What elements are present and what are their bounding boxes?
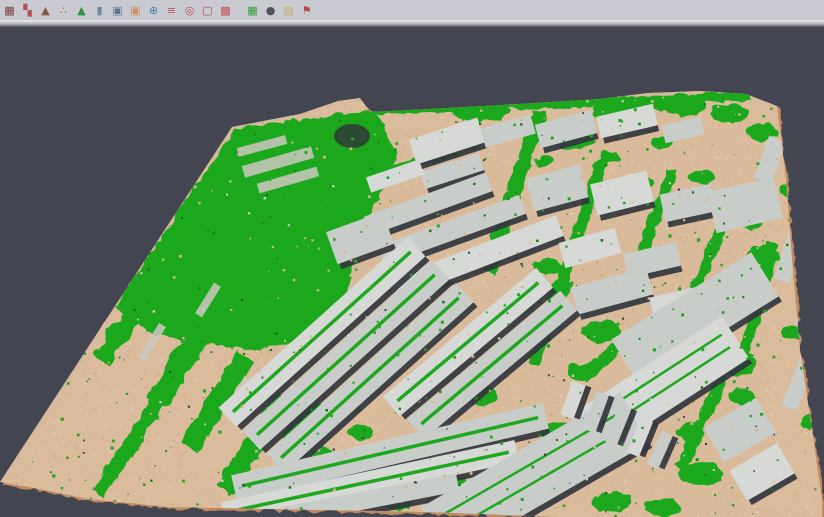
registration-tool-icon[interactable]: ▚: [20, 3, 35, 18]
vegetation-patch: [566, 362, 594, 378]
globe-tool-icon[interactable]: ⊕: [146, 3, 161, 18]
vegetation-patch: [688, 168, 712, 182]
vegetation-patch: [778, 323, 802, 337]
vegetation-patch: [726, 387, 754, 403]
texture-mosaic-tool-icon[interactable]: ▦: [2, 3, 17, 18]
point-cloud-canvas: [0, 27, 824, 517]
terrain-brown-tool-icon[interactable]: ▲: [38, 3, 53, 18]
vegetation-patch: [598, 149, 618, 161]
point-sampling-tool-icon[interactable]: ∴: [56, 3, 71, 18]
vegetation-patch: [676, 422, 704, 438]
fit-selection-tool-icon[interactable]: ▢: [200, 3, 215, 18]
vegetation-patch: [652, 94, 704, 114]
point-cloud-terrain: [0, 90, 824, 517]
sphere-render-tool-icon[interactable]: ●: [263, 3, 278, 18]
vegetation-patch: [676, 460, 720, 484]
vegetation-patch: [798, 413, 818, 427]
vegetation-patch: [778, 182, 802, 198]
panel-orange-tool-icon[interactable]: ▣: [128, 3, 143, 18]
shadowed-trees-patch: [334, 124, 370, 148]
vegetation-patch: [346, 422, 374, 438]
flag-tool-icon[interactable]: ⚑: [299, 3, 314, 18]
toolbar-separator: [236, 3, 242, 18]
vegetation-patch: [580, 319, 620, 341]
mesh-tool-icon[interactable]: ▤: [281, 3, 296, 18]
building: [794, 272, 824, 328]
vegetation-patch: [708, 102, 748, 120]
classification-map-tool-icon[interactable]: ▦: [245, 3, 260, 18]
terrain-green-tool-icon[interactable]: ▲: [74, 3, 89, 18]
clip-region-tool-icon[interactable]: ▩: [218, 3, 233, 18]
toolbar: ▦▚▲∴▲▮▣▣⊕≡◎▢▩▦●▤⚑: [0, 0, 824, 20]
layer-list-tool-icon[interactable]: ≡: [164, 3, 179, 18]
vegetation-patch: [533, 154, 553, 166]
3d-viewport[interactable]: [0, 27, 824, 517]
vegetation-patch: [744, 121, 776, 139]
panel-blue-tool-icon[interactable]: ▣: [110, 3, 125, 18]
profile-tool-icon[interactable]: ▮: [92, 3, 107, 18]
target-tool-icon[interactable]: ◎: [182, 3, 197, 18]
vegetation-patch: [642, 496, 678, 514]
toolbar-edge-divider: [0, 20, 824, 27]
